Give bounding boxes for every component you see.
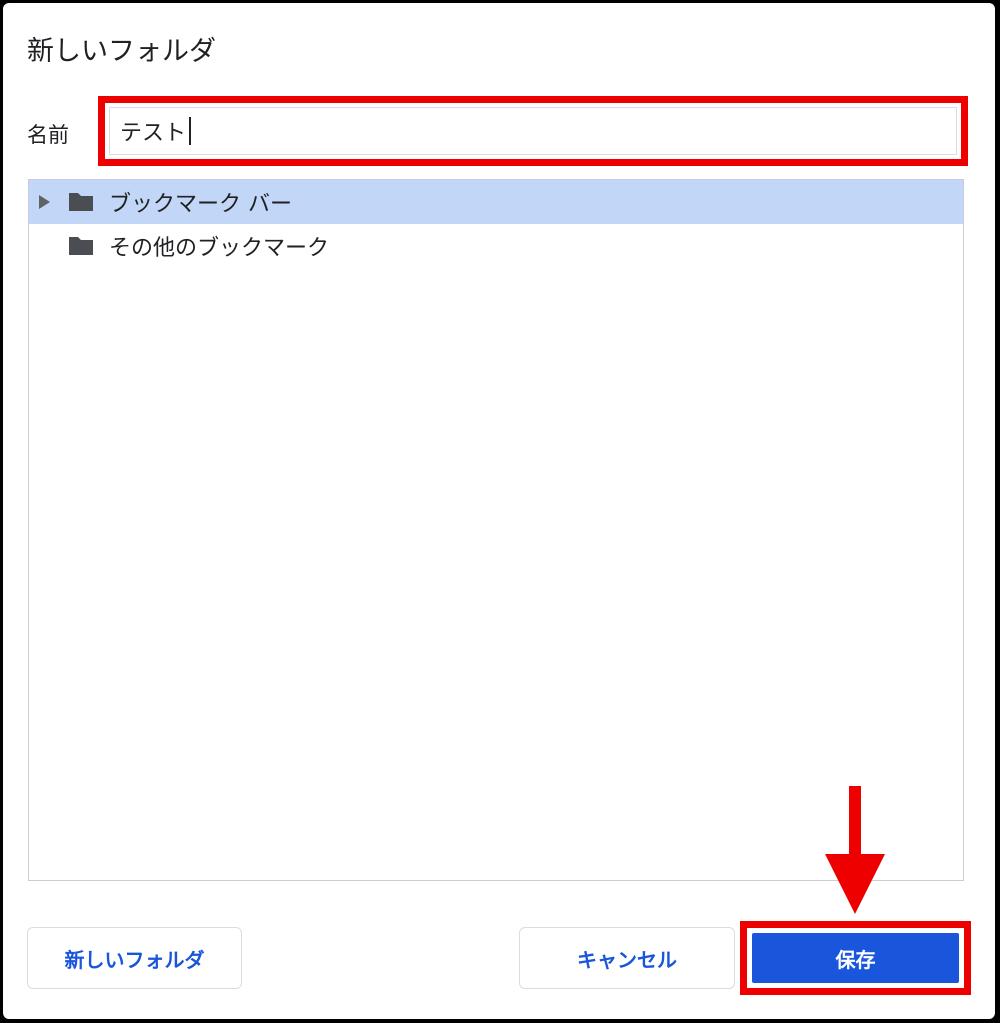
text-caret: [189, 117, 192, 145]
new-folder-button[interactable]: 新しいフォルダ: [27, 927, 242, 989]
save-button[interactable]: 保存: [752, 933, 959, 983]
folder-icon: [69, 193, 93, 211]
tree-item-label: その他のブックマーク: [109, 236, 330, 261]
folder-icon: [69, 237, 93, 255]
name-field-highlight: テスト: [98, 96, 968, 166]
name-label: 名前: [27, 123, 69, 147]
folder-tree[interactable]: ブックマーク バー その他のブックマーク: [28, 179, 964, 881]
tree-item-bookmark-bar[interactable]: ブックマーク バー: [29, 180, 963, 224]
dialog-title: 新しいフォルダ: [27, 36, 216, 67]
name-input-value: テスト: [120, 121, 187, 146]
tree-item-label: ブックマーク バー: [109, 192, 292, 217]
save-button-highlight: 保存: [740, 921, 971, 995]
down-arrow-icon: [825, 786, 885, 914]
cancel-button[interactable]: キャンセル: [519, 927, 735, 989]
tree-item-other-bookmarks[interactable]: その他のブックマーク: [29, 224, 963, 268]
name-input[interactable]: テスト: [109, 107, 957, 155]
new-folder-dialog: 新しいフォルダ 名前 テスト ブックマーク バー その他のブックマーク 新しいフ…: [3, 3, 995, 1019]
expand-arrow-icon[interactable]: [39, 195, 50, 209]
